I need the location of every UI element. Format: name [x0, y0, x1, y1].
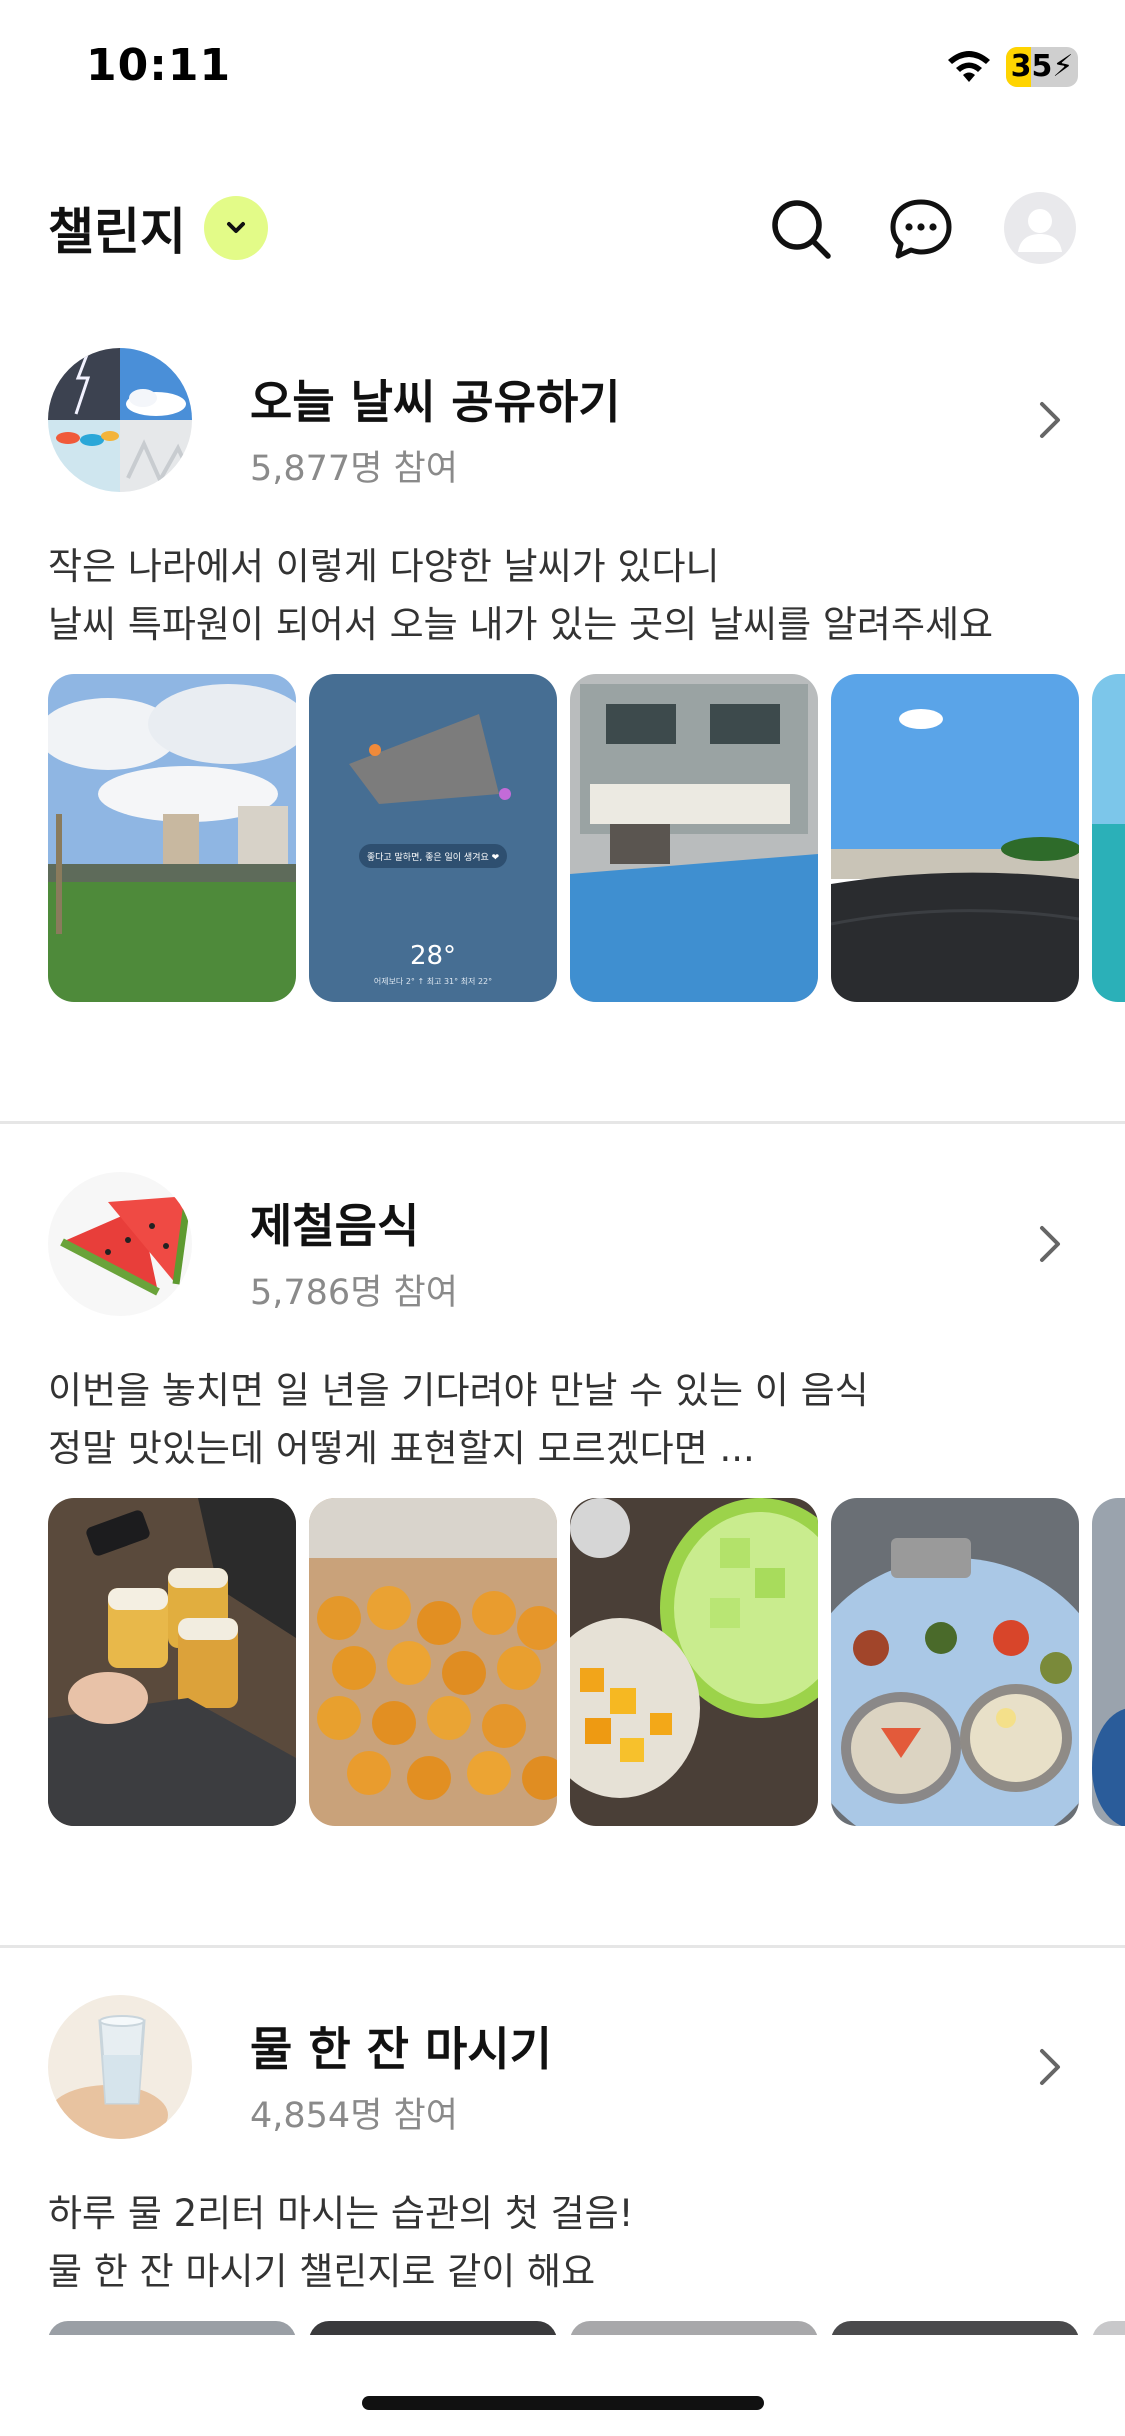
challenge-card-weather[interactable]: 오늘 날씨 공유하기 5,877명 참여 작은 나라에서 이렇게 다양한 날씨가…: [0, 348, 1125, 1028]
photo-thumbnail[interactable]: [309, 1498, 557, 1826]
photo-thumbnail[interactable]: [831, 2321, 1079, 2335]
section-divider: [0, 1945, 1125, 1948]
photo-card-text: 좋다고 말하면, 좋은 일이 생겨요 ❤: [367, 851, 500, 863]
challenge-title: 오늘 날씨 공유하기: [250, 375, 621, 429]
photo-thumbnail[interactable]: [48, 1498, 296, 1826]
photo-temperature-sub: 어제보다 2° ↑ 최고 31° 최저 22°: [374, 976, 492, 986]
photo-thumbnail[interactable]: [309, 2321, 557, 2335]
battery-level: 35⚡: [1010, 49, 1074, 84]
photo-thumbnail[interactable]: [570, 2321, 818, 2335]
chat-bubble-icon[interactable]: [888, 196, 954, 262]
challenge-avatar: [48, 1995, 192, 2139]
page-title: 챌린지: [48, 203, 186, 261]
photo-thumbnail[interactable]: [831, 674, 1079, 1002]
photo-strip[interactable]: [48, 2321, 1125, 2335]
challenge-title: 물 한 잔 마시기: [250, 2022, 552, 2076]
photo-thumbnail[interactable]: [1092, 674, 1125, 1002]
photo-thumbnail[interactable]: [1092, 1498, 1125, 1826]
photo-thumbnail[interactable]: [570, 1498, 818, 1826]
participant-count: 4,854명 참여: [250, 2096, 458, 2136]
photo-strip[interactable]: [48, 1498, 1125, 1826]
chevron-right-icon[interactable]: [1032, 396, 1066, 444]
chevron-down-icon: [227, 222, 245, 233]
photo-thumbnail[interactable]: 좋다고 말하면, 좋은 일이 생겨요 ❤ 28° 어제보다 2° ↑ 최고 31…: [309, 674, 557, 1002]
charging-bolt-icon: ⚡: [1052, 49, 1074, 84]
photo-thumbnail[interactable]: [1092, 2321, 1125, 2335]
photo-thumbnail[interactable]: [48, 674, 296, 1002]
photo-temperature: 28°: [410, 941, 456, 971]
photo-thumbnail[interactable]: [831, 1498, 1079, 1826]
section-divider: [0, 1121, 1125, 1124]
header: 챌린지: [0, 180, 1125, 280]
photo-thumbnail[interactable]: [48, 2321, 296, 2335]
home-indicator[interactable]: [362, 2396, 764, 2410]
challenge-description: 이번을 놓치면 일 년을 기다려야 만날 수 있는 이 음식 정말 맛있는데 어…: [48, 1369, 869, 1470]
challenge-avatar: [48, 1172, 192, 1316]
challenge-description: 하루 물 2리터 마시는 습관의 첫 걸음! 물 한 잔 마시기 챌린지로 같이…: [48, 2192, 634, 2293]
challenge-avatar: [48, 348, 192, 492]
photo-strip[interactable]: 좋다고 말하면, 좋은 일이 생겨요 ❤ 28° 어제보다 2° ↑ 최고 31…: [48, 674, 1125, 1002]
chevron-right-icon[interactable]: [1032, 1220, 1066, 1268]
battery-icon: 35⚡: [1006, 47, 1078, 87]
search-icon[interactable]: [768, 196, 834, 262]
status-bar: 10:11 35⚡: [0, 0, 1125, 132]
challenge-card-seasonal-food[interactable]: 제철음식 5,786명 참여 이번을 놓치면 일 년을 기다려야 만날 수 있는…: [0, 1172, 1125, 1852]
title-dropdown-button[interactable]: [204, 196, 268, 260]
participant-count: 5,877명 참여: [250, 449, 458, 489]
chevron-right-icon[interactable]: [1032, 2043, 1066, 2091]
challenge-description: 작은 나라에서 이렇게 다양한 날씨가 있다니 날씨 특파원이 되어서 오늘 내…: [48, 545, 994, 646]
challenge-title: 제철음식: [250, 1199, 420, 1253]
participant-count: 5,786명 참여: [250, 1273, 458, 1313]
challenge-card-drink-water[interactable]: 물 한 잔 마시기 4,854명 참여 하루 물 2리터 마시는 습관의 첫 걸…: [0, 1995, 1125, 2375]
status-time: 10:11: [86, 40, 232, 91]
wifi-icon: [948, 51, 990, 82]
photo-thumbnail[interactable]: [570, 674, 818, 1002]
profile-icon[interactable]: [1004, 192, 1076, 264]
